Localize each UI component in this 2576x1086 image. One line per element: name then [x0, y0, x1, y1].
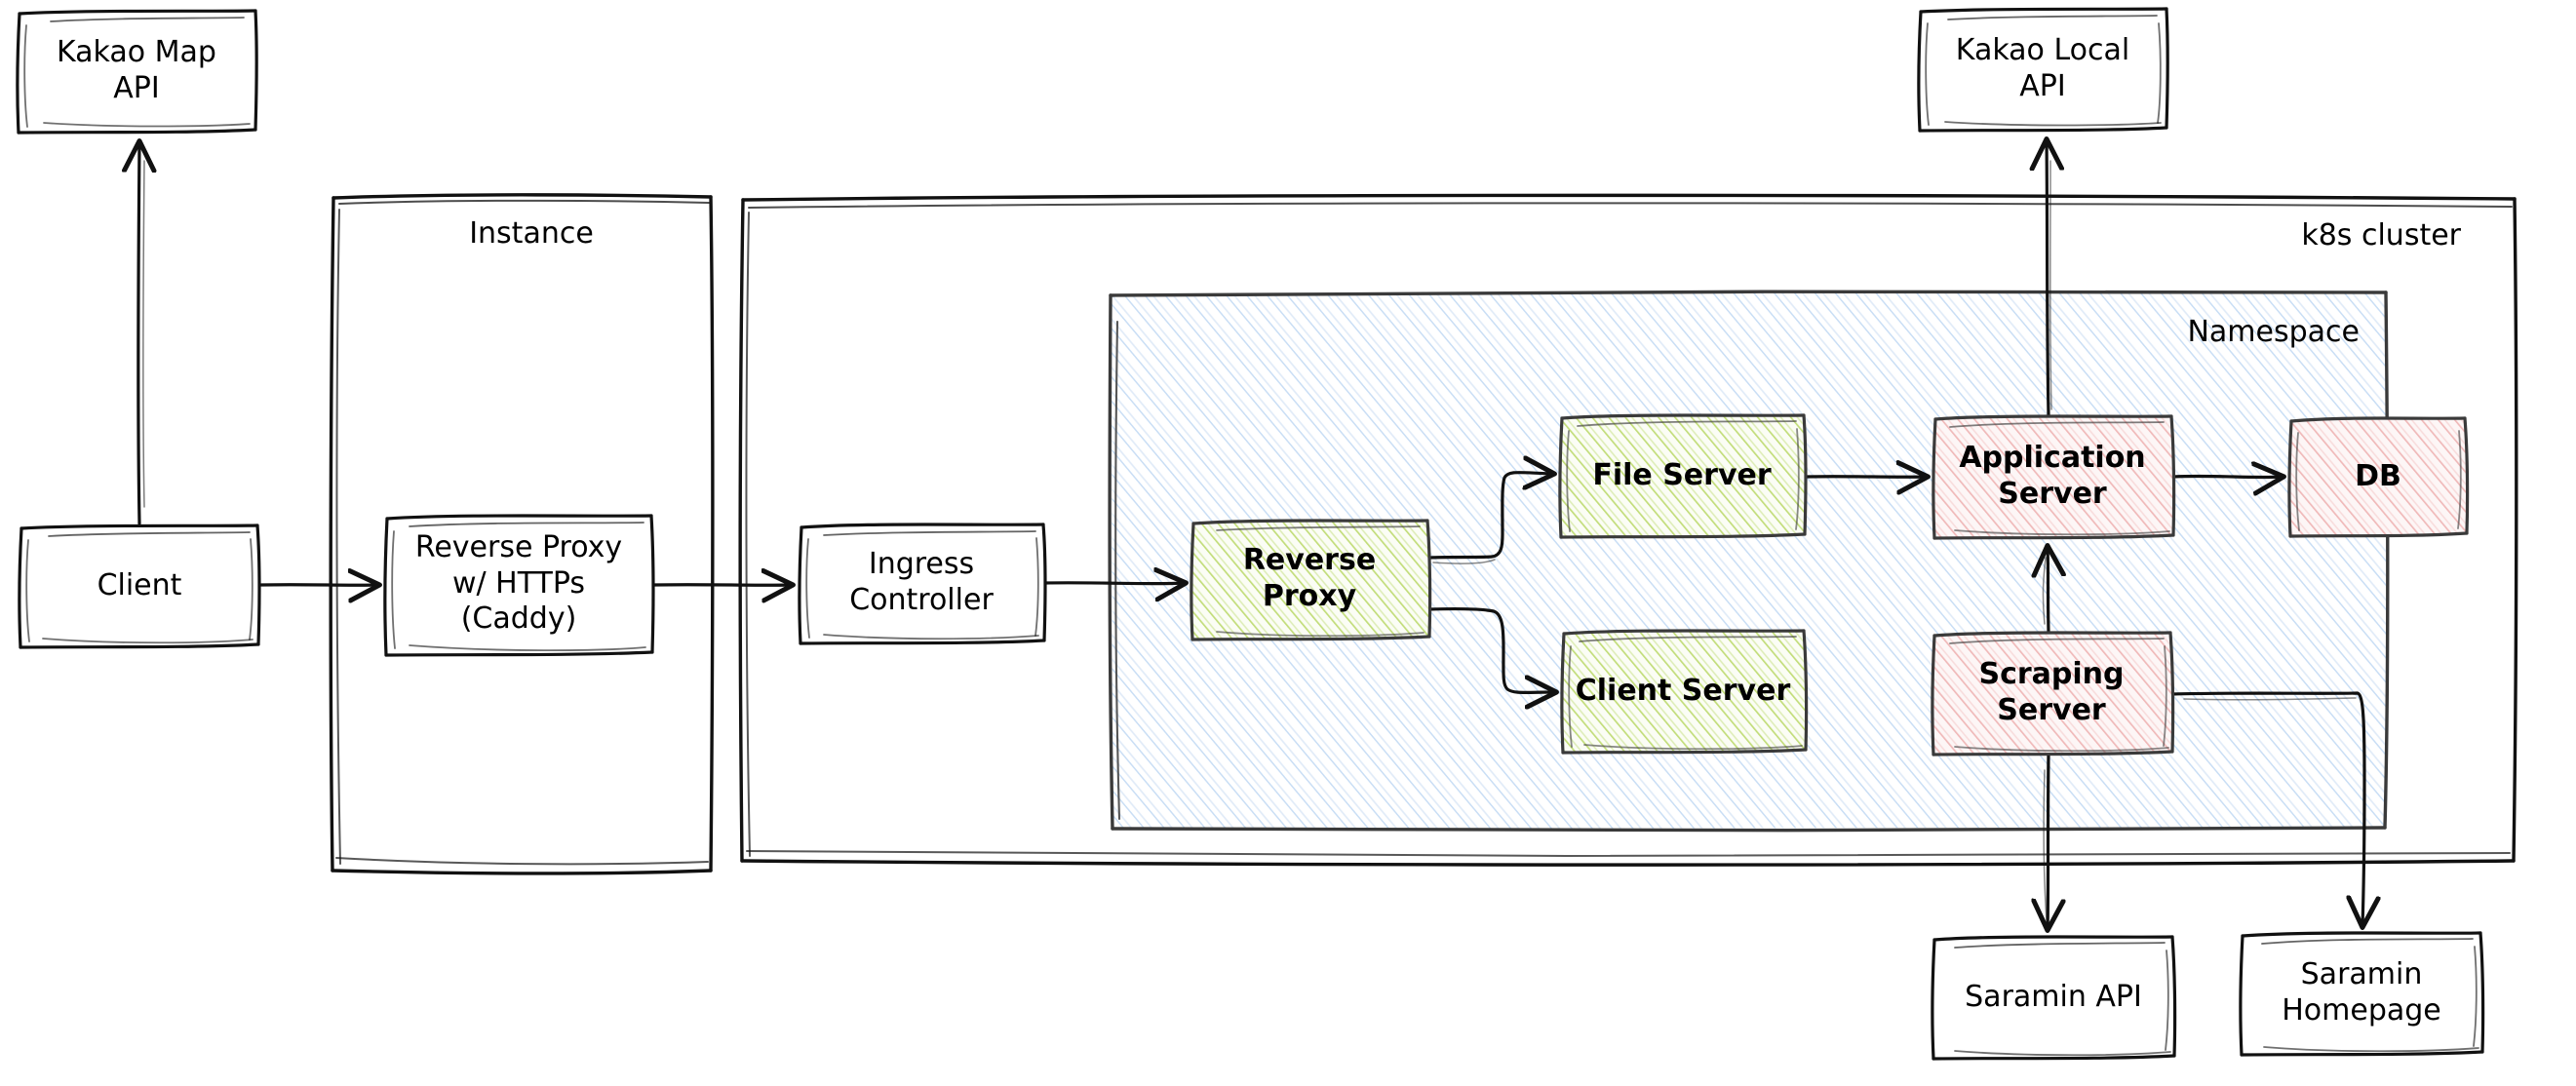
- edge-application-server-to-db: [2171, 476, 2283, 477]
- node-kakao-local-api[interactable]: [1917, 7, 2169, 133]
- node-client[interactable]: [18, 524, 261, 649]
- edge-caddy-to-ingress: [652, 585, 792, 586]
- edge-client-to-kakao-map: [138, 142, 144, 525]
- node-application-server[interactable]: [1932, 414, 2176, 540]
- edge-client-to-caddy: [259, 585, 378, 586]
- node-ingress-controller[interactable]: [798, 523, 1047, 645]
- edge-file-server-to-application-server: [1804, 477, 1927, 478]
- node-saramin-homepage[interactable]: [2239, 931, 2485, 1057]
- node-kakao-map-api[interactable]: [16, 9, 258, 135]
- group-label-namespace: Namespace: [2187, 315, 2360, 349]
- node-caddy-proxy[interactable]: [383, 514, 655, 657]
- node-reverse-proxy[interactable]: [1190, 519, 1432, 641]
- group-label-k8s-cluster: k8s cluster: [2301, 218, 2461, 252]
- node-client-server[interactable]: [1560, 629, 1809, 755]
- edge-ingress-to-reverse-proxy: [1043, 583, 1185, 584]
- node-file-server[interactable]: [1558, 413, 1808, 539]
- node-scraping-server[interactable]: [1931, 631, 2175, 756]
- group-label-instance: Instance: [469, 216, 594, 251]
- node-saramin-api[interactable]: [1931, 935, 2177, 1061]
- diagram-canvas: Instance k8s cluster Namespace Kakao Map…: [0, 0, 2576, 1086]
- architecture-diagram-svg: [16, 7, 2518, 1061]
- node-db[interactable]: [2287, 416, 2470, 538]
- edge-application-server-to-kakao-local-api: [2047, 140, 2051, 417]
